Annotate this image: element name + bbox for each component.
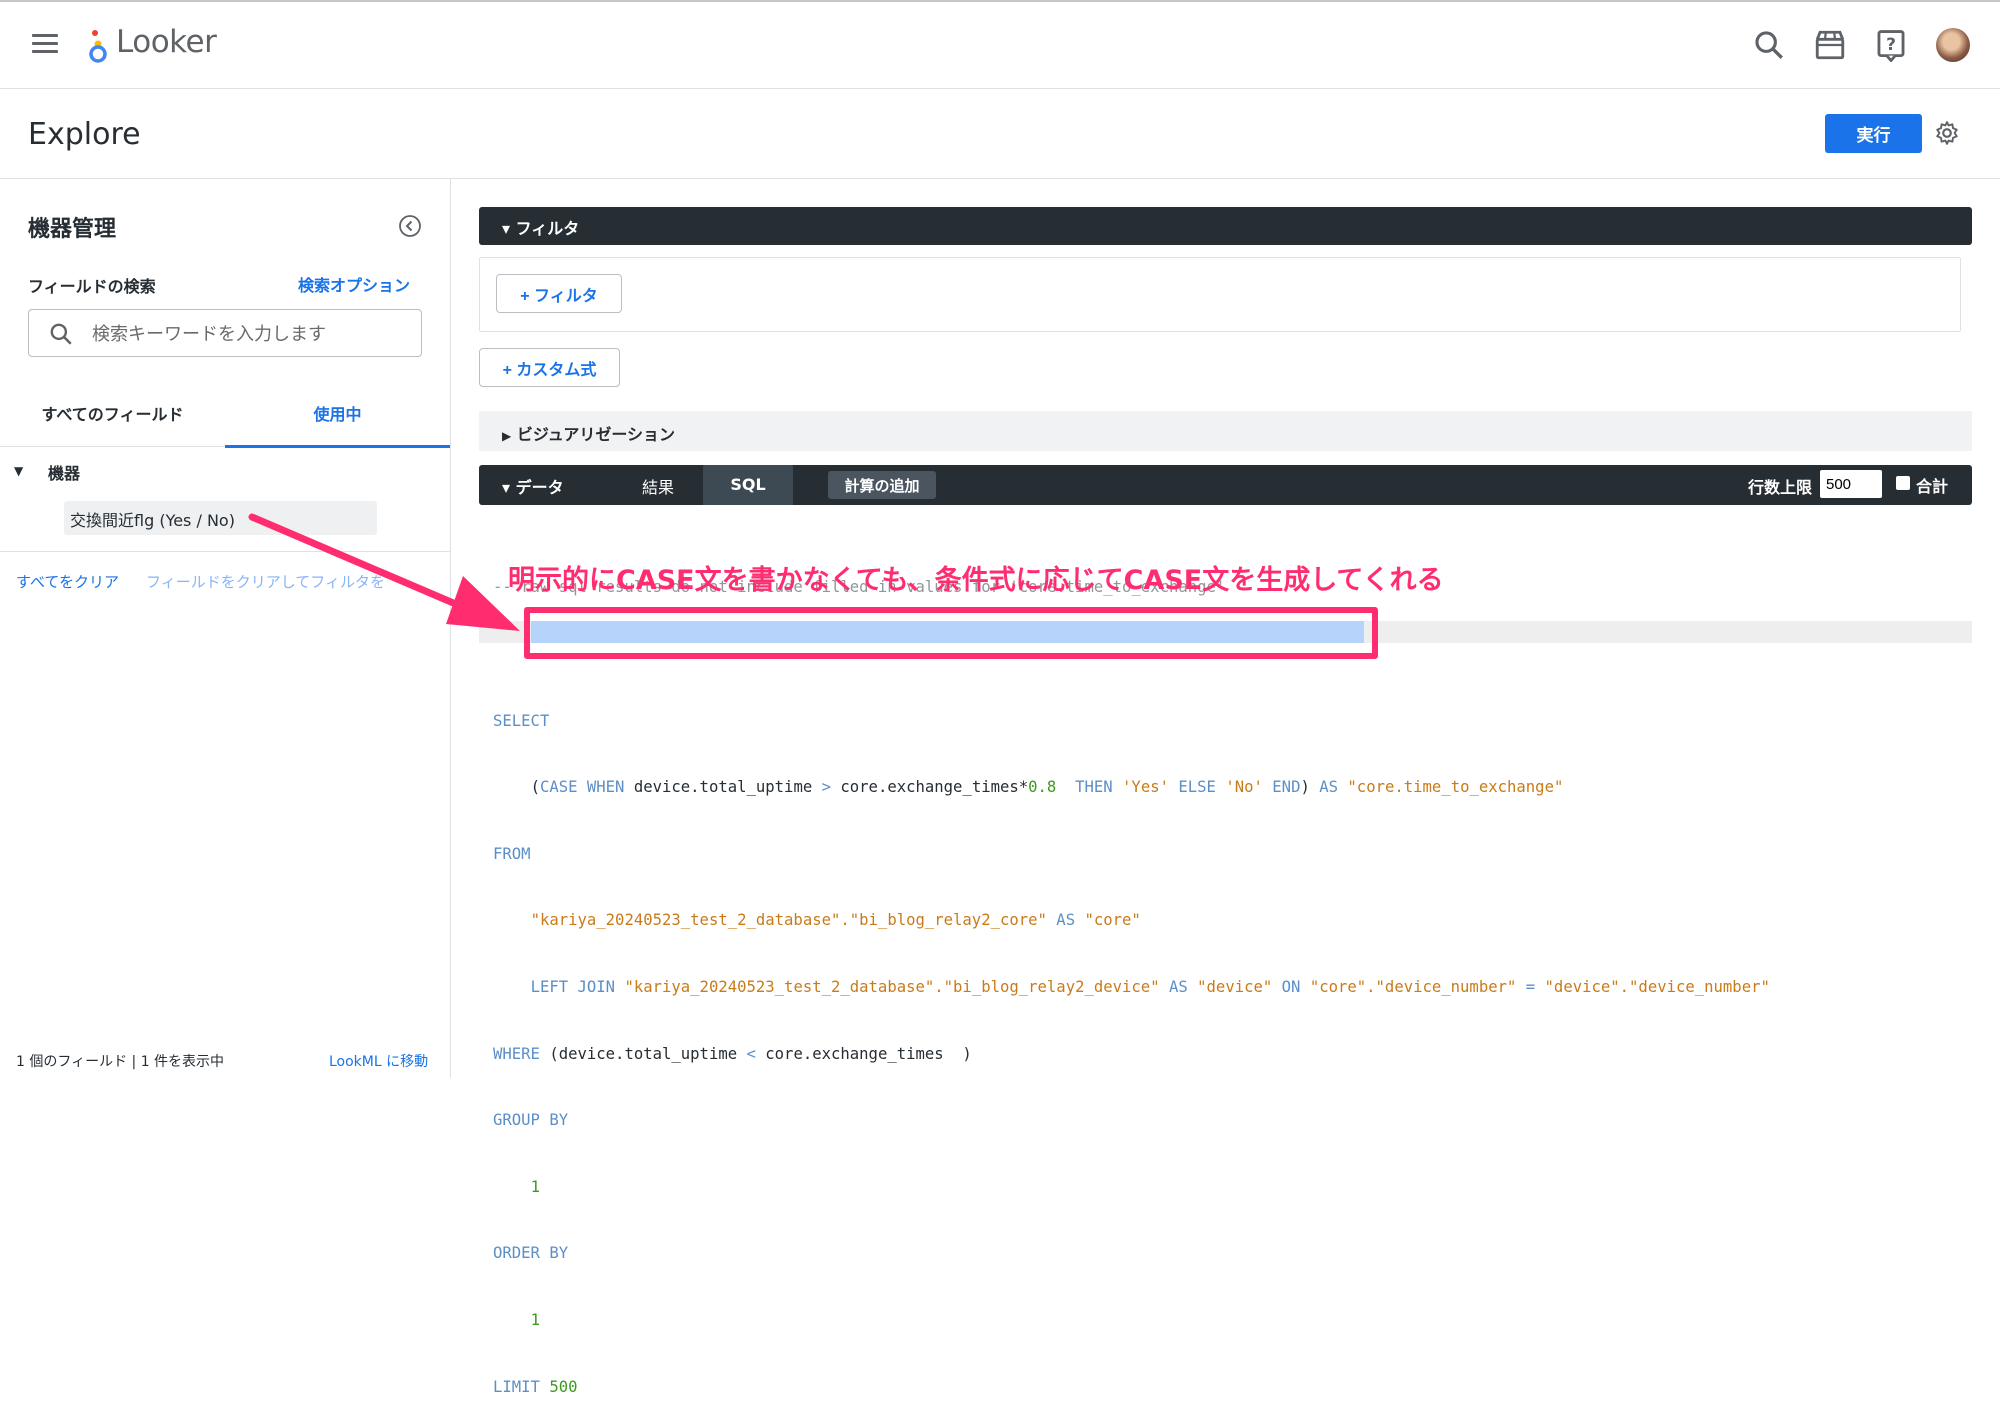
settings-gear-icon[interactable] — [1934, 120, 1960, 146]
tab-sql[interactable]: SQL — [703, 465, 793, 505]
top-bar — [0, 0, 2000, 89]
menu-icon[interactable] — [32, 34, 58, 54]
sql-string: "kariya_20240523_test_2_database"."bi_bl… — [624, 977, 1160, 996]
sql-number: 1 — [530, 1310, 540, 1329]
sql-number: 1 — [530, 1177, 540, 1196]
explore-title: 機器管理 — [28, 217, 117, 242]
go-to-lookml-link[interactable]: LookML に移動 — [329, 1051, 428, 1071]
sql-paren: ( — [530, 778, 540, 797]
clear-fields-link[interactable]: フィールドをクリアしてフィルタを — [146, 571, 385, 592]
clear-all-link[interactable]: すべてをクリア — [16, 571, 119, 592]
field-count-status: 1 個のフィールド | 1 件を表示中 — [16, 1054, 225, 1070]
annotation-text: 明示的にCASE文を書かなくても、条件式に応じてCASE文を生成してくれる — [508, 565, 1444, 596]
caret-down-icon[interactable]: ▼ — [14, 464, 23, 478]
visualization-section-header[interactable] — [479, 411, 1972, 451]
sql-keyword: ORDER BY — [493, 1244, 569, 1263]
sql-identifier: core.exchange_times* — [831, 778, 1029, 797]
sql-number: 500 — [549, 1377, 578, 1396]
add-custom-filter-button[interactable]: + カスタム式 — [479, 348, 620, 387]
help-icon[interactable]: ? — [1874, 28, 1908, 62]
sql-string: "device"."device_number" — [1544, 977, 1770, 996]
sql-keyword: THEN — [1056, 778, 1123, 797]
sql-keyword: SELECT — [493, 711, 550, 730]
page-title: Explore — [28, 117, 141, 152]
data-section-label[interactable]: ▾ データ — [502, 474, 564, 498]
sql-keyword: WHERE — [493, 1044, 540, 1063]
active-tab-indicator — [225, 445, 450, 448]
caret-right-icon: ▶ — [502, 429, 512, 443]
sql-identifier: core.exchange_times ) — [755, 1044, 972, 1063]
filter-label-text: フィルタ — [515, 219, 580, 238]
add-filter-button[interactable]: + フィルタ — [496, 274, 622, 313]
sql-operator: < — [746, 1044, 756, 1063]
sql-number: 0.8 — [1028, 778, 1057, 797]
add-calculation-button[interactable]: 計算の追加 — [828, 471, 936, 499]
row-limit-input[interactable] — [1820, 470, 1882, 498]
filter-area — [479, 257, 1961, 332]
field-group-label[interactable]: 機器 — [48, 460, 80, 484]
sql-string: "core"."device_number" — [1309, 977, 1517, 996]
marketplace-icon[interactable] — [1813, 28, 1847, 62]
sql-string: "kariya_20240523_test_2_database"."bi_bl… — [530, 911, 1047, 930]
sql-operator: > — [821, 778, 831, 797]
sql-identifier: (device.total_uptime — [539, 1044, 747, 1063]
sql-operator: = — [1516, 977, 1545, 996]
looker-logo-icon — [89, 30, 107, 63]
sql-keyword: GROUP BY — [493, 1111, 569, 1130]
field-search-input[interactable] — [90, 314, 414, 354]
field-item-label[interactable]: 交換間近flg (Yes / No) — [70, 507, 235, 531]
sql-keyword: END — [1262, 778, 1301, 797]
tab-all-fields[interactable]: すべてのフィールド — [0, 394, 225, 446]
app-name[interactable]: Looker — [116, 24, 217, 60]
search-options-link[interactable]: 検索オプション — [298, 272, 410, 296]
sql-code-view[interactable]: -- raw sql results do not include filled… — [493, 532, 1770, 1420]
caret-down-icon: ▾ — [502, 478, 511, 497]
sql-keyword: AS — [1046, 911, 1085, 930]
sql-keyword: AS — [1309, 778, 1348, 797]
row-limit-label: 行数上限 — [1748, 478, 1813, 497]
svg-text:?: ? — [1886, 35, 1896, 55]
sql-string: 'No' — [1225, 778, 1263, 797]
sql-keyword: LEFT JOIN — [530, 977, 625, 996]
sql-paren: ) — [1300, 778, 1310, 797]
sql-string: "device" — [1197, 977, 1273, 996]
sql-keyword: CASE WHEN — [539, 778, 625, 797]
sidebar-divider — [0, 551, 450, 552]
visualization-label-text: ビジュアリゼーション — [516, 425, 676, 444]
filter-section-header[interactable] — [479, 207, 1972, 245]
tab-in-use[interactable]: 使用中 — [225, 394, 450, 446]
search-icon — [50, 323, 72, 345]
field-search-label: フィールドの検索 — [28, 277, 156, 296]
visualization-section-label[interactable]: ▶ ビジュアリゼーション — [502, 421, 675, 445]
annotation-highlight-box — [524, 607, 1378, 659]
collapse-panel-icon[interactable] — [398, 214, 422, 238]
sql-keyword: FROM — [493, 844, 531, 863]
sql-keyword: ELSE — [1169, 778, 1226, 797]
sql-string: 'Yes' — [1122, 778, 1169, 797]
sql-keyword: ON — [1272, 977, 1310, 996]
sql-string: "core.time_to_exchange" — [1347, 778, 1564, 797]
sql-keyword: LIMIT — [493, 1377, 540, 1396]
sql-identifier: device.total_uptime — [624, 778, 822, 797]
search-icon[interactable] — [1752, 28, 1786, 62]
caret-down-icon: ▾ — [502, 219, 511, 238]
totals-label: 合計 — [1916, 477, 1949, 496]
data-label-text: データ — [515, 478, 564, 497]
sql-string: "core" — [1084, 911, 1141, 930]
sql-keyword: AS — [1159, 977, 1198, 996]
run-button[interactable]: 実行 — [1825, 114, 1922, 153]
filter-section-label[interactable]: ▾ フィルタ — [502, 215, 579, 239]
page-header — [0, 89, 2000, 179]
avatar[interactable] — [1936, 28, 1970, 62]
totals-checkbox[interactable] — [1896, 476, 1910, 490]
tab-results[interactable]: 結果 — [642, 474, 674, 498]
